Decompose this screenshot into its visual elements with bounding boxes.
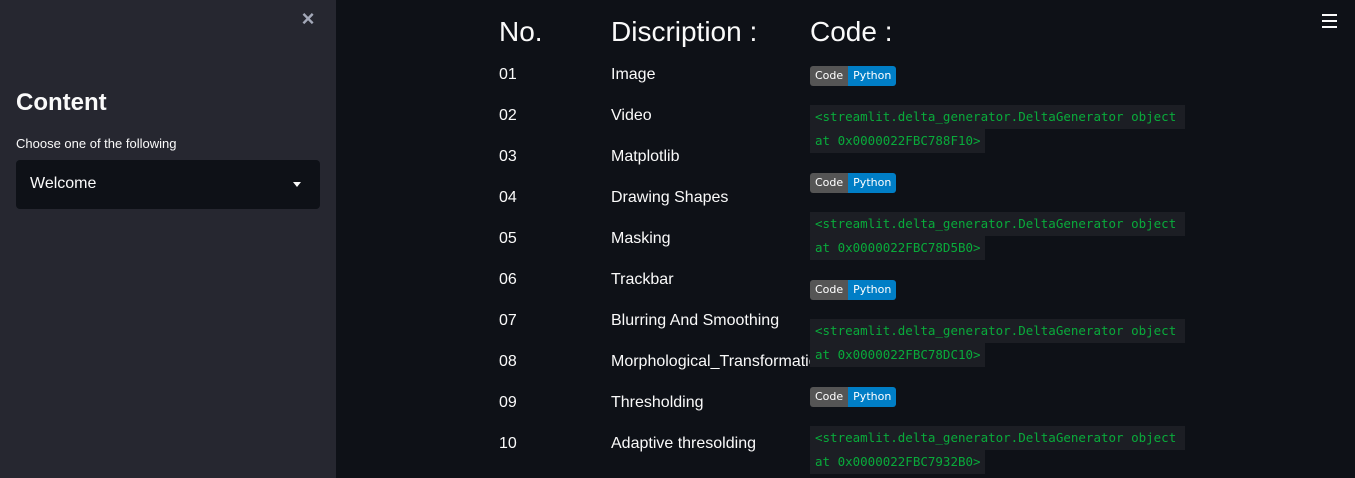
row-number: 06 [499, 271, 517, 288]
row-description: Trackbar [611, 271, 674, 288]
row-description: Drawing Shapes [611, 189, 729, 206]
row-description: Blurring And Smoothing [611, 312, 780, 329]
row-number: 07 [499, 312, 517, 329]
code-line: at 0x0000022FBC78DC10> [810, 343, 985, 367]
badge-right-label: Python [848, 66, 897, 86]
badge-right-label: Python [848, 173, 897, 193]
code-line: <streamlit.delta_generator.DeltaGenerato… [810, 105, 1185, 129]
row-description: Adaptive thresolding [611, 435, 756, 452]
header-code: Code : [810, 16, 893, 47]
code-python-badge[interactable]: Code Python [810, 173, 897, 193]
main-menu-button[interactable] [1322, 14, 1337, 28]
header-no: No. [499, 16, 543, 47]
row-number: 10 [499, 435, 517, 452]
code-line: at 0x0000022FBC7932B0> [810, 450, 985, 474]
row-number: 02 [499, 107, 517, 124]
code-line: <streamlit.delta_generator.DeltaGenerato… [810, 319, 1185, 343]
badge-left-label: Code [810, 387, 849, 407]
row-description: Image [611, 66, 656, 83]
header-description: Discription : [611, 16, 758, 47]
row-number: 09 [499, 394, 517, 411]
code-line: at 0x0000022FBC78D5B0> [810, 236, 985, 260]
row-description: Video [611, 107, 652, 124]
row-number: 08 [499, 353, 517, 370]
close-sidebar-button[interactable]: × [298, 6, 318, 31]
chevron-down-icon [293, 182, 301, 187]
code-python-badge[interactable]: Code Python [810, 280, 897, 300]
row-description: Morphological_Transformations [611, 353, 817, 370]
code-python-badge[interactable]: Code Python [810, 66, 897, 86]
row-number: 05 [499, 230, 517, 247]
row-description: Thresholding [611, 394, 704, 411]
badge-left-label: Code [810, 173, 849, 193]
code-line: at 0x0000022FBC788F10> [810, 129, 985, 153]
badge-right-label: Python [848, 387, 897, 407]
row-description: Masking [611, 230, 671, 247]
code-line: <streamlit.delta_generator.DeltaGenerato… [810, 212, 1185, 236]
code-python-badge[interactable]: Code Python [810, 387, 897, 407]
row-number: 01 [499, 66, 517, 83]
row-number: 04 [499, 189, 517, 206]
sidebar: × Content Choose one of the following We… [0, 0, 336, 478]
code-line: <streamlit.delta_generator.DeltaGenerato… [810, 426, 1185, 450]
sidebar-title: Content [16, 89, 107, 116]
badge-left-label: Code [810, 66, 849, 86]
row-number: 03 [499, 148, 517, 165]
close-icon: × [301, 6, 315, 31]
badge-left-label: Code [810, 280, 849, 300]
content-select[interactable]: Welcome [16, 160, 320, 209]
row-description: Matplotlib [611, 148, 680, 165]
badge-right-label: Python [848, 280, 897, 300]
select-label: Choose one of the following [16, 136, 177, 151]
select-value: Welcome [30, 175, 97, 192]
